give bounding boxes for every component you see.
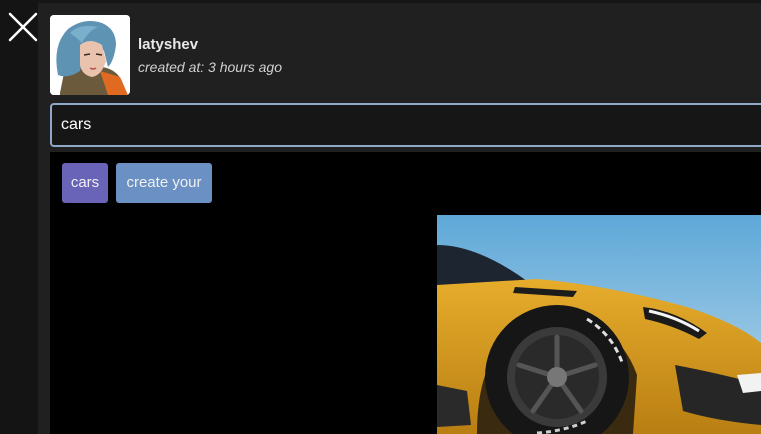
car-image[interactable] <box>437 215 761 434</box>
username[interactable]: latyshev <box>138 36 198 53</box>
tag-create-your[interactable]: create your <box>116 163 212 203</box>
car-photo <box>437 215 761 434</box>
search-input[interactable] <box>50 103 761 147</box>
left-rail <box>0 0 38 434</box>
tag-cars[interactable]: cars <box>62 163 108 203</box>
top-edge <box>38 0 761 3</box>
avatar-image <box>50 15 130 95</box>
close-icon <box>8 12 38 42</box>
created-timestamp: created at: 3 hours ago <box>138 59 282 75</box>
close-button[interactable] <box>6 10 40 44</box>
avatar[interactable] <box>50 15 130 95</box>
